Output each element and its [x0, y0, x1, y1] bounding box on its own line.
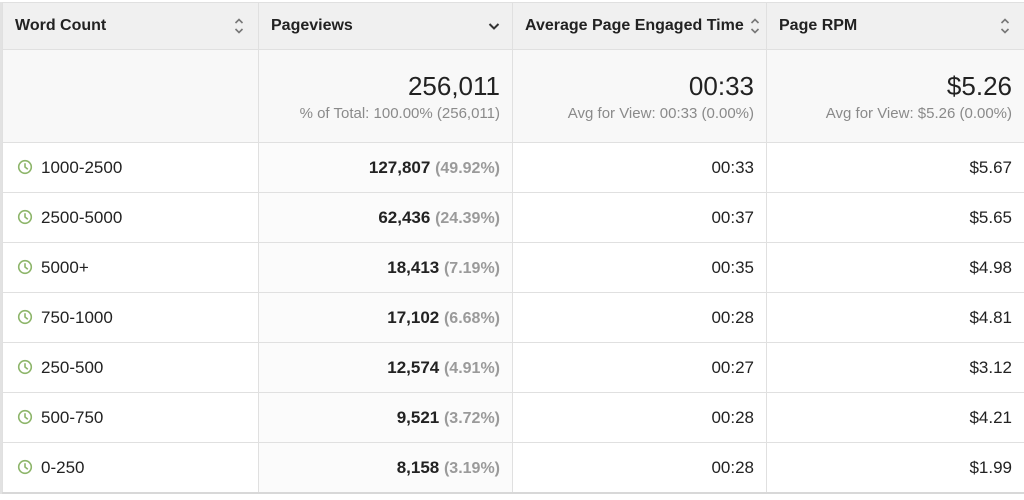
word-count-label[interactable]: 500-750	[41, 408, 103, 427]
word-count-label[interactable]: 750-1000	[41, 308, 113, 327]
engaged-time-cell: 00:33	[512, 142, 767, 193]
sort-both-icon[interactable]	[750, 17, 760, 35]
column-header-page-rpm[interactable]: Page RPM	[766, 2, 1024, 50]
pageviews-value: 8,158	[396, 457, 440, 477]
engaged-time-cell: 00:28	[512, 392, 767, 443]
rpm-cell: $3.12	[766, 342, 1024, 393]
engaged-time-cell: 00:28	[512, 292, 767, 343]
summary-pageviews-value: 256,011	[407, 70, 500, 101]
summary-pageviews-sub: % of Total: 100.00% (256,011)	[299, 104, 500, 122]
sort-both-icon[interactable]	[234, 17, 244, 35]
word-count-cell: 750-1000	[2, 292, 259, 343]
table-row: 1000-2500 127,807 (49.92%) 00:33 $5.67	[2, 142, 1024, 193]
clock-icon[interactable]	[17, 309, 33, 325]
pageviews-value: 127,807	[368, 157, 431, 177]
rpm-cell: $4.21	[766, 392, 1024, 443]
report-table: Word Count Pageviews Average Page Engage…	[2, 2, 1024, 494]
word-count-cell: 500-750	[2, 392, 259, 443]
word-count-cell: 0-250	[2, 442, 259, 494]
table-row: 250-500 12,574 (4.91%) 00:27 $3.12	[2, 342, 1024, 393]
summary-rpm-value: $5.26	[946, 70, 1012, 101]
column-header-word-count[interactable]: Word Count	[2, 2, 259, 50]
word-count-cell: 5000+	[2, 242, 259, 293]
word-count-label[interactable]: 5000+	[41, 258, 89, 277]
word-count-cell: 2500-5000	[2, 192, 259, 243]
pageviews-value: 18,413	[387, 257, 440, 277]
table-row: 5000+ 18,413 (7.19%) 00:35 $4.98	[2, 242, 1024, 293]
summary-engaged-time-sub: Avg for View: 00:33 (0.00%)	[567, 104, 754, 122]
column-header-engaged-time[interactable]: Average Page Engaged Time	[512, 2, 767, 50]
pageviews-value: 17,102	[387, 307, 440, 327]
header-row: Word Count Pageviews Average Page Engage…	[2, 2, 1024, 50]
clock-icon[interactable]	[17, 459, 33, 475]
sort-both-icon[interactable]	[1000, 17, 1010, 35]
pageviews-value: 12,574	[387, 357, 440, 377]
pageviews-cell: 62,436 (24.39%)	[258, 192, 513, 243]
table-row: 750-1000 17,102 (6.68%) 00:28 $4.81	[2, 292, 1024, 343]
engaged-time-cell: 00:37	[512, 192, 767, 243]
summary-rpm-sub: Avg for View: $5.26 (0.00%)	[825, 104, 1012, 122]
report-table-container: Word Count Pageviews Average Page Engage…	[0, 2, 1024, 494]
clock-icon[interactable]	[17, 409, 33, 425]
rpm-cell: $5.67	[766, 142, 1024, 193]
pageviews-percent: (24.39%)	[435, 209, 500, 227]
pageviews-cell: 9,521 (3.72%)	[258, 392, 513, 443]
column-header-label: Pageviews	[271, 17, 353, 34]
pageviews-percent: (7.19%)	[443, 259, 500, 277]
summary-word-count	[2, 49, 259, 143]
rpm-cell: $1.99	[766, 442, 1024, 494]
pageviews-cell: 18,413 (7.19%)	[258, 242, 513, 293]
clock-icon[interactable]	[17, 159, 33, 175]
summary-engaged-time: 00:33 Avg for View: 00:33 (0.00%)	[512, 49, 767, 143]
rpm-cell: $5.65	[766, 192, 1024, 243]
column-header-label: Average Page Engaged Time	[525, 17, 744, 34]
pageviews-percent: (49.92%)	[435, 159, 500, 177]
summary-engaged-time-value: 00:33	[688, 70, 754, 101]
engaged-time-cell: 00:28	[512, 442, 767, 494]
pageviews-value: 62,436	[378, 207, 431, 227]
engaged-time-cell: 00:35	[512, 242, 767, 293]
table-row: 0-250 8,158 (3.19%) 00:28 $1.99	[2, 442, 1024, 494]
word-count-label[interactable]: 0-250	[41, 458, 84, 477]
word-count-label[interactable]: 250-500	[41, 358, 103, 377]
table-row: 500-750 9,521 (3.72%) 00:28 $4.21	[2, 392, 1024, 443]
pageviews-cell: 12,574 (4.91%)	[258, 342, 513, 393]
word-count-label[interactable]: 1000-2500	[41, 158, 122, 177]
pageviews-cell: 17,102 (6.68%)	[258, 292, 513, 343]
column-header-label: Word Count	[15, 17, 107, 34]
pageviews-percent: (6.68%)	[443, 309, 500, 327]
column-header-pageviews[interactable]: Pageviews	[258, 2, 513, 50]
clock-icon[interactable]	[17, 359, 33, 375]
summary-pageviews: 256,011 % of Total: 100.00% (256,011)	[258, 49, 513, 143]
rpm-cell: $4.98	[766, 242, 1024, 293]
word-count-label[interactable]: 2500-5000	[41, 208, 122, 227]
word-count-cell: 250-500	[2, 342, 259, 393]
clock-icon[interactable]	[17, 259, 33, 275]
word-count-cell: 1000-2500	[2, 142, 259, 193]
pageviews-percent: (3.72%)	[443, 409, 500, 427]
pageviews-cell: 127,807 (49.92%)	[258, 142, 513, 193]
summary-rpm: $5.26 Avg for View: $5.26 (0.00%)	[766, 49, 1024, 143]
pageviews-cell: 8,158 (3.19%)	[258, 442, 513, 494]
sort-desc-icon[interactable]	[488, 17, 500, 35]
summary-row: 256,011 % of Total: 100.00% (256,011) 00…	[2, 49, 1024, 143]
table-row: 2500-5000 62,436 (24.39%) 00:37 $5.65	[2, 192, 1024, 243]
clock-icon[interactable]	[17, 209, 33, 225]
pageviews-percent: (4.91%)	[443, 359, 500, 377]
pageviews-value: 9,521	[396, 407, 440, 427]
engaged-time-cell: 00:27	[512, 342, 767, 393]
column-header-label: Page RPM	[779, 17, 858, 34]
rpm-cell: $4.81	[766, 292, 1024, 343]
pageviews-percent: (3.19%)	[443, 459, 500, 477]
